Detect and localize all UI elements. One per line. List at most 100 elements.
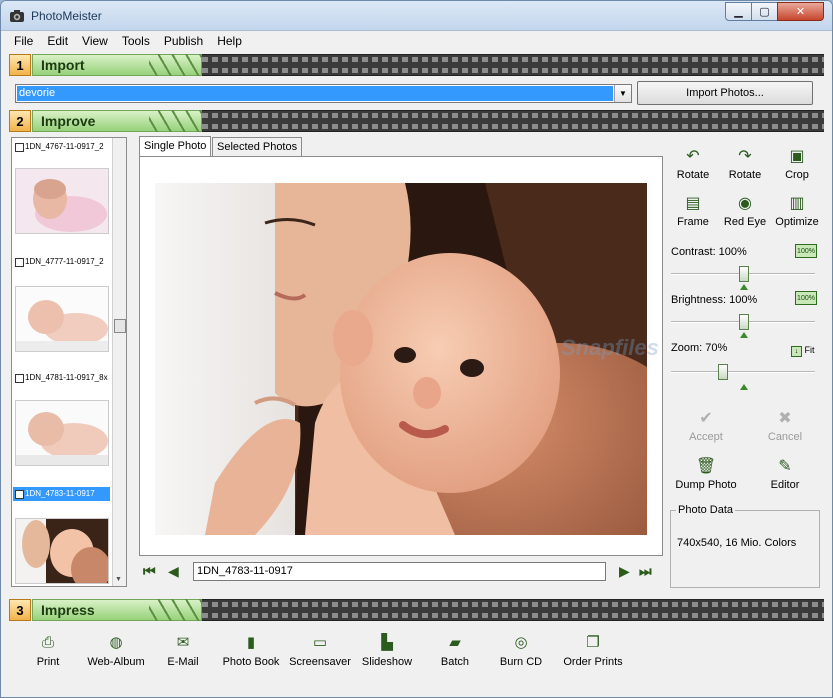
red-eye-label: Red Eye	[723, 216, 767, 228]
baby-thumbnail-image	[16, 169, 108, 233]
editor-button[interactable]: ✎ Editor	[759, 457, 811, 491]
web-album-label: Web-Album	[87, 656, 145, 668]
minimize-icon: ▁	[734, 6, 743, 18]
app-window: PhotoMeister ▁ ▢ ✕ File Edit View Tools …	[0, 0, 833, 698]
zoom-default-mark	[740, 384, 748, 390]
email-button[interactable]: ✉ E-Mail	[163, 633, 203, 668]
thumbnail-caption[interactable]: 1DN_4767-11-0917_2	[13, 140, 110, 154]
brightness-reset-button[interactable]: 100%	[795, 291, 817, 305]
frame-icon: ▤	[685, 195, 701, 212]
zoom-slider-track[interactable]	[671, 371, 815, 373]
screensaver-button[interactable]: ▭ Screensaver	[287, 633, 353, 668]
rotate-right-icon: ↷	[738, 148, 752, 165]
crop-icon: ▣	[789, 148, 805, 165]
brightness-label: Brightness: 100%	[671, 294, 758, 306]
menu-publish[interactable]: Publish	[157, 34, 210, 48]
editor-label: Editor	[770, 479, 800, 491]
previous-photo-button[interactable]: ◀	[168, 563, 179, 580]
thumbnail-image[interactable]	[15, 286, 109, 352]
menu-bar: File Edit View Tools Publish Help	[1, 31, 832, 51]
rotate-left-button[interactable]: ↶ Rotate	[667, 147, 719, 181]
scrollbar-thumb[interactable]	[114, 319, 126, 333]
zoom-fit-button[interactable]: ↓ Fit	[791, 345, 815, 357]
frame-label: Frame	[677, 216, 709, 228]
folder-combobox-value: devorie	[17, 86, 613, 101]
section-stripes	[149, 110, 209, 132]
first-photo-button[interactable]: ⏮	[143, 563, 156, 580]
maximize-icon: ▢	[759, 6, 770, 18]
import-section-number: 1	[9, 54, 31, 76]
accept-button[interactable]: ✔ Accept	[680, 409, 732, 443]
brightness-slider-knob[interactable]	[739, 314, 749, 330]
tab-single-photo[interactable]: Single Photo	[139, 136, 212, 156]
minimize-button[interactable]: ▁	[725, 2, 752, 21]
contrast-default-mark	[740, 284, 748, 290]
cd-icon: ◎	[514, 634, 528, 651]
order-prints-button[interactable]: ❐ Order Prints	[561, 633, 625, 668]
baby-thumbnail-image	[16, 401, 108, 465]
prints-icon: ❐	[586, 634, 600, 651]
tab-selected-photos[interactable]: Selected Photos	[212, 137, 303, 156]
rotate-right-button[interactable]: ↷ Rotate	[719, 147, 771, 181]
thumbnail-list[interactable]: 1DN_4767-11-0917_2 1DN_4777-11-0917_2 1D…	[11, 137, 127, 587]
contrast-label: Contrast: 100%	[671, 246, 747, 258]
menu-view[interactable]: View	[75, 34, 115, 48]
close-button[interactable]: ✕	[777, 2, 824, 21]
window-title: PhotoMeister	[31, 9, 102, 23]
cancel-button[interactable]: ✖ Cancel	[759, 409, 811, 443]
menu-file[interactable]: File	[7, 34, 40, 48]
eye-icon: ◉	[738, 195, 752, 212]
next-photo-button[interactable]: ▶	[619, 563, 630, 580]
thumbnail-image[interactable]	[15, 168, 109, 234]
burn-cd-label: Burn CD	[499, 656, 543, 668]
optimize-button[interactable]: ▥ Optimize	[771, 194, 823, 228]
dump-photo-button[interactable]: 🗑 Dump Photo	[672, 457, 740, 491]
thumbnail-caption[interactable]: 1DN_4781-11-0917_8x	[13, 371, 110, 385]
burn-cd-button[interactable]: ◎ Burn CD	[497, 633, 545, 668]
filmstrip-decoration	[202, 599, 824, 621]
red-eye-button[interactable]: ◉ Red Eye	[719, 194, 771, 228]
thumbnail-scrollbar[interactable]: ▼	[112, 138, 126, 586]
import-photos-button[interactable]: Import Photos...	[637, 81, 813, 105]
print-button[interactable]: ⎙ Print	[31, 633, 65, 668]
zoom-label: Zoom: 70%	[671, 342, 728, 354]
projector-icon: ▙	[381, 634, 393, 651]
zoom-slider-knob[interactable]	[718, 364, 728, 380]
scroll-down-icon[interactable]: ▼	[115, 576, 122, 583]
crop-button[interactable]: ▣ Crop	[771, 147, 823, 181]
order-prints-label: Order Prints	[563, 656, 623, 668]
zoom-fit-label: Fit	[804, 345, 815, 355]
improve-section-bar: 2 Improve	[9, 110, 824, 132]
cancel-label: Cancel	[767, 431, 803, 443]
menu-tools[interactable]: Tools	[115, 34, 157, 48]
slideshow-button[interactable]: ▙ Slideshow	[359, 633, 415, 668]
folder-combobox[interactable]: devorie ▼	[15, 84, 632, 103]
batch-label: Batch	[440, 656, 470, 668]
web-album-button[interactable]: ◍ Web-Album	[85, 633, 147, 668]
frame-button[interactable]: ▤ Frame	[667, 194, 719, 228]
envelope-icon: ✉	[176, 634, 190, 651]
last-photo-button[interactable]: ⏭	[639, 563, 652, 580]
rotate-right-label: Rotate	[728, 169, 762, 181]
photo-book-button[interactable]: ▮ Photo Book	[219, 633, 283, 668]
contrast-reset-button[interactable]: 100%	[795, 244, 817, 258]
thumbnail-caption[interactable]: 1DN_4777-11-0917_2	[13, 255, 110, 269]
current-photo-filename[interactable]: 1DN_4783-11-0917	[193, 562, 606, 581]
batch-button[interactable]: ▰ Batch	[433, 633, 477, 668]
menu-help[interactable]: Help	[210, 34, 249, 48]
mother-baby-thumbnail-image	[16, 519, 108, 583]
thumbnail-image-selected[interactable]	[15, 518, 109, 584]
thumbnail-caption-selected[interactable]: 1DN_4783-11-0917	[13, 487, 110, 501]
contrast-slider-knob[interactable]	[739, 266, 749, 282]
camera-icon	[10, 10, 24, 22]
thumbnail-image[interactable]	[15, 400, 109, 466]
impress-section-number: 3	[9, 599, 31, 621]
checkmark-icon: ✔	[699, 410, 713, 427]
improve-section-number: 2	[9, 110, 31, 132]
email-label: E-Mail	[167, 656, 199, 668]
printer-icon: ⎙	[41, 634, 54, 651]
chevron-down-icon[interactable]: ▼	[614, 85, 631, 102]
menu-edit[interactable]: Edit	[40, 34, 75, 48]
maximize-button[interactable]: ▢	[751, 2, 778, 21]
dump-photo-label: Dump Photo	[675, 479, 737, 491]
